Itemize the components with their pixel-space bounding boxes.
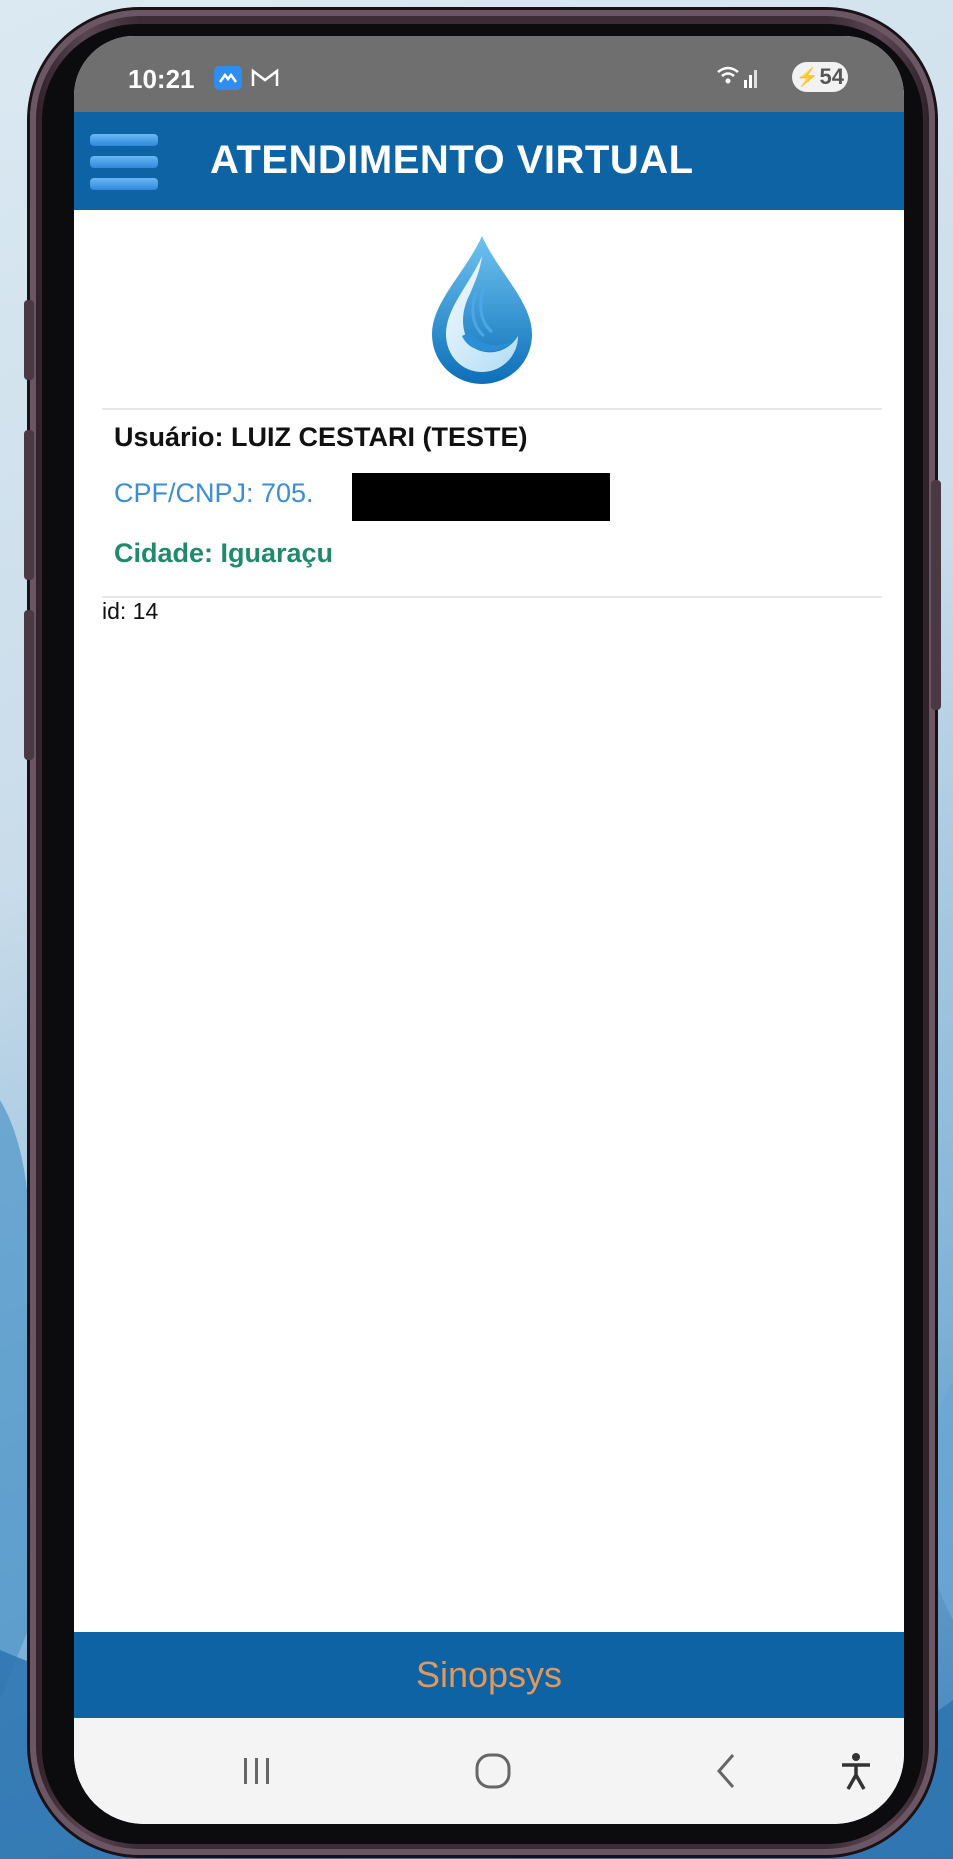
accessibility-icon[interactable] [834, 1748, 878, 1794]
page-title: ATENDIMENTO VIRTUAL [210, 138, 694, 182]
water-drop-logo-icon [432, 236, 532, 384]
user-id: id: 14 [102, 598, 159, 624]
user-name: Usuário: LUIZ CESTARI (TESTE) [114, 422, 528, 452]
back-icon[interactable] [706, 1748, 746, 1794]
cpf-cnpj: CPF/CNPJ: 705. [114, 478, 314, 508]
status-bar: 10:21 ⚡ 54 [74, 36, 904, 112]
footer-bar: Sinopsys [74, 1632, 904, 1718]
battery-icon: ⚡ 54 [792, 62, 848, 92]
city: Cidade: Iguaraçu [114, 538, 334, 568]
recent-apps-icon[interactable] [232, 1748, 282, 1794]
app-header: ATENDIMENTO VIRTUAL [74, 112, 904, 210]
power-button [931, 480, 941, 710]
redaction-box [352, 473, 610, 521]
system-navigation-bar [74, 1718, 904, 1824]
home-icon[interactable] [468, 1748, 518, 1794]
footer-brand: Sinopsys [415, 1654, 563, 1695]
divider [102, 408, 882, 410]
volume-up-button [24, 300, 34, 380]
volume-down-button [24, 430, 34, 580]
hamburger-menu-icon[interactable] [90, 134, 158, 190]
divider [102, 596, 882, 598]
wifi-signal-icon [716, 62, 760, 90]
status-time: 10:21 [128, 64, 195, 94]
app-notification-icon [214, 66, 242, 90]
phone-screen: 10:21 ⚡ 54 ATENDIMENTO VIRTUAL Usuário: … [74, 36, 904, 1824]
side-button [24, 610, 34, 760]
gmail-icon [250, 66, 280, 90]
battery-level: 54 [819, 64, 844, 89]
